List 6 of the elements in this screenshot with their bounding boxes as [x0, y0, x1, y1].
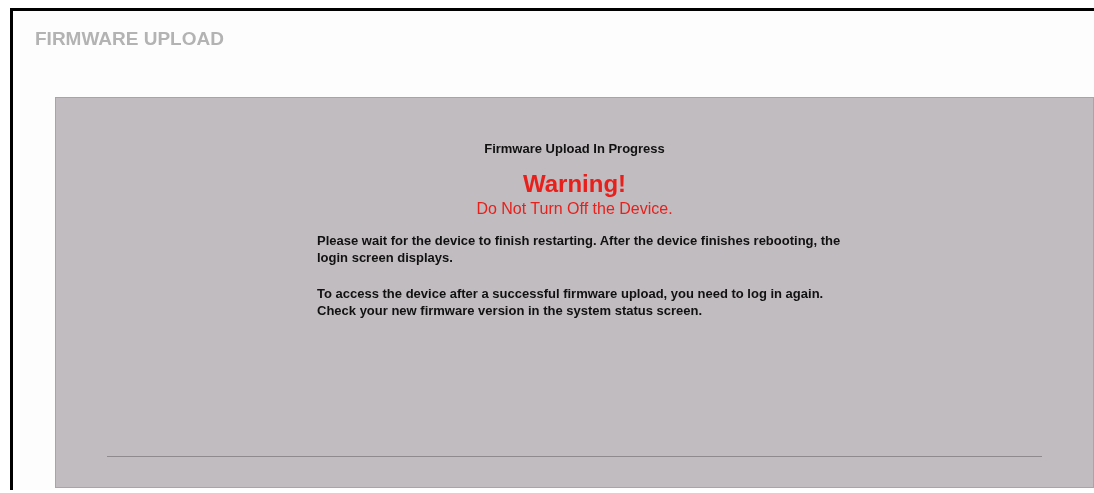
- warning-detail: Do Not Turn Off the Device.: [476, 200, 673, 218]
- warning-text: Warning!: [522, 170, 627, 198]
- page-title: FIRMWARE UPLOAD: [35, 28, 224, 51]
- panel-heading: Firmware Upload In Progress: [484, 141, 665, 156]
- message-paragraph: Please wait for the device to finish restarting. After the device finishes rebooting, the login screen displays.: [317, 232, 842, 266]
- message-paragraph: To access the device after a successful firmware upload, you need to log in again. Check your new firmware version in the system status screen.: [317, 285, 825, 319]
